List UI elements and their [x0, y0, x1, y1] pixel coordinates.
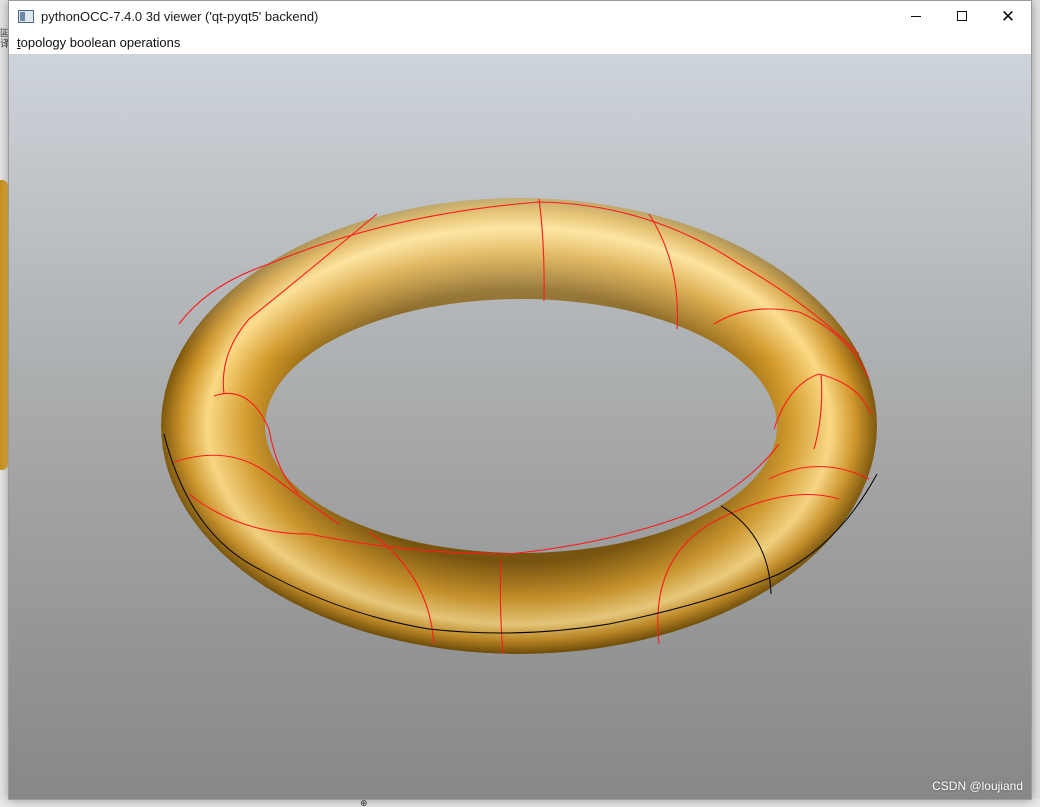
window-title: pythonOCC-7.4.0 3d viewer ('qt-pyqt5' ba… — [41, 8, 319, 24]
background-window-fragment — [0, 180, 8, 470]
title-bar[interactable]: pythonOCC-7.4.0 3d viewer ('qt-pyqt5' ba… — [9, 1, 1031, 31]
menu-topology-boolean-operations[interactable]: topology boolean operations — [13, 33, 184, 52]
minimize-button[interactable] — [893, 1, 939, 31]
menu-bar: topology boolean operations — [9, 31, 1031, 54]
desktop-bottom-glyph: ⊕ — [360, 798, 368, 807]
maximize-button[interactable] — [939, 1, 985, 31]
window-controls: ✕ — [893, 1, 1031, 31]
minimize-icon — [911, 15, 921, 17]
viewer-window: pythonOCC-7.4.0 3d viewer ('qt-pyqt5' ba… — [8, 0, 1032, 800]
torus-render — [161, 198, 878, 655]
watermark: CSDN @loujiand — [932, 779, 1023, 793]
close-button[interactable]: ✕ — [985, 1, 1031, 31]
maximize-icon — [957, 11, 967, 21]
desktop-bottom-edge: ⊕ — [0, 799, 1040, 807]
3d-viewport[interactable]: CSDN @loujiand — [9, 54, 1031, 799]
torus-body — [161, 198, 877, 654]
close-icon: ✕ — [1000, 6, 1016, 26]
app-window-icon — [18, 9, 34, 23]
desktop-left-glyph: 囸 译 — [0, 28, 8, 50]
desktop-left-edge: 囸 译 — [0, 0, 8, 807]
desktop-right-edge — [1032, 0, 1040, 807]
menu-label-rest: opology boolean operations — [20, 35, 181, 50]
